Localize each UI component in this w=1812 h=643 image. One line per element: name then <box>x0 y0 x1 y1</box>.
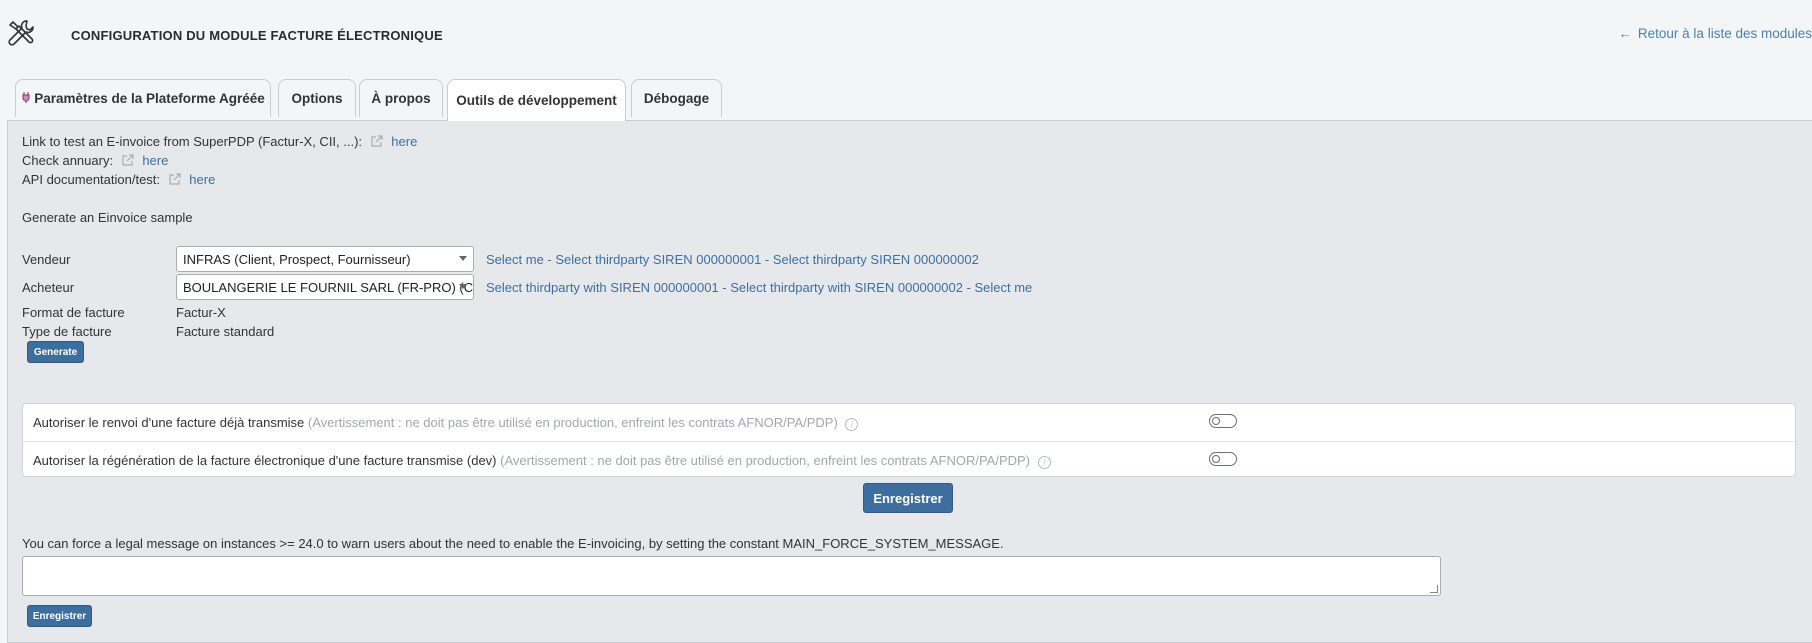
tab-debug[interactable]: Débogage <box>631 79 722 117</box>
back-to-modules-link[interactable]: ← Retour à la liste des modules <box>1618 26 1812 41</box>
superpdp-test-label: Link to test an E-invoice from SuperPDP … <box>22 134 363 149</box>
tab-platform-settings[interactable]: Paramètres de la Plateforme Agréée <box>15 79 271 117</box>
toggle-knob <box>1212 416 1220 425</box>
toggle-knob <box>1212 454 1220 463</box>
external-link-icon <box>168 172 182 186</box>
tab-label: Outils de développement <box>456 93 617 108</box>
info-icon[interactable]: i <box>845 418 859 431</box>
sample-heading: Generate an Einvoice sample <box>22 210 193 225</box>
chevron-down-icon <box>459 256 467 261</box>
superpdp-test-link[interactable]: here <box>391 134 417 149</box>
chevron-down-icon <box>459 284 467 289</box>
vendeur-label: Vendeur <box>22 252 71 267</box>
type-value: Facture standard <box>176 324 275 339</box>
tab-label: Paramètres de la Plateforme Agréée <box>34 91 265 106</box>
vendeur-quick-select-links[interactable]: Select me - Select thirdparty SIREN 0000… <box>486 252 979 267</box>
info-icon[interactable]: i <box>1037 456 1051 469</box>
api-doc-line: API documentation/test: here <box>22 172 215 187</box>
option-resend-text: Autoriser le renvoi d'une facture déjà t… <box>33 415 859 431</box>
options-table: Autoriser le renvoi d'une facture déjà t… <box>22 403 1796 477</box>
vendeur-select-value: INFRAS (Client, Prospect, Fournisseur) <box>183 252 411 267</box>
legal-message-description: You can force a legal message on instanc… <box>22 536 1004 551</box>
api-doc-label: API documentation/test: <box>22 172 161 187</box>
option-regenerate-text: Autoriser la régénération de la facture … <box>33 453 1051 469</box>
check-annuary-link[interactable]: here <box>142 153 168 168</box>
tools-icon <box>6 18 36 48</box>
tab-dev-tools[interactable]: Outils de développement <box>447 79 626 121</box>
arrow-left-icon: ← <box>1618 26 1632 41</box>
save-legal-message-button[interactable]: Enregistrer <box>27 605 92 627</box>
type-label: Type de facture <box>22 324 112 339</box>
tab-label: Débogage <box>643 91 710 106</box>
option-label: Autoriser le renvoi d'une facture déjà t… <box>33 415 305 430</box>
acheteur-select-value: BOULANGERIE LE FOURNIL SARL (FR-PRO) (C.… <box>183 280 474 295</box>
tab-options[interactable]: Options <box>278 79 356 117</box>
generate-button[interactable]: Generate <box>27 341 84 363</box>
option-row-regenerate: Autoriser la régénération de la facture … <box>23 441 1795 478</box>
tab-label: À propos <box>371 91 431 106</box>
acheteur-select[interactable]: BOULANGERIE LE FOURNIL SARL (FR-PRO) (C.… <box>176 274 474 300</box>
api-doc-link[interactable]: here <box>189 172 215 187</box>
option-warning: (Avertissement : ne doit pas être utilis… <box>307 415 838 430</box>
resize-grip-icon[interactable] <box>1430 585 1438 593</box>
option-row-resend: Autoriser le renvoi d'une facture déjà t… <box>23 404 1795 440</box>
tab-label: Options <box>291 91 343 106</box>
back-link-label: Retour à la liste des modules <box>1637 26 1812 41</box>
format-label: Format de facture <box>22 305 125 320</box>
vendeur-select[interactable]: INFRAS (Client, Prospect, Fournisseur) <box>176 246 474 272</box>
check-annuary-line: Check annuary: here <box>22 153 168 168</box>
option-label: Autoriser la régénération de la facture … <box>33 453 497 468</box>
acheteur-quick-select-links[interactable]: Select thirdparty with SIREN 000000001 -… <box>486 280 1032 295</box>
option-warning: (Avertissement : ne doit pas être utilis… <box>500 453 1031 468</box>
page-header: CONFIGURATION DU MODULE FACTURE ÉLECTRON… <box>0 0 1812 70</box>
superpdp-test-line: Link to test an E-invoice from SuperPDP … <box>22 134 417 149</box>
format-value: Factur-X <box>176 305 226 320</box>
toggle-resend[interactable] <box>1209 414 1237 428</box>
toggle-regenerate[interactable] <box>1209 452 1237 466</box>
check-annuary-label: Check annuary: <box>22 153 114 168</box>
legal-message-textarea[interactable] <box>22 556 1441 596</box>
page-title: CONFIGURATION DU MODULE FACTURE ÉLECTRON… <box>71 28 443 43</box>
acheteur-label: Acheteur <box>22 280 75 295</box>
external-link-icon <box>121 153 135 167</box>
plugin-icon <box>21 91 31 106</box>
save-options-button[interactable]: Enregistrer <box>863 483 953 513</box>
external-link-icon <box>370 134 384 148</box>
tab-about[interactable]: À propos <box>359 79 443 117</box>
